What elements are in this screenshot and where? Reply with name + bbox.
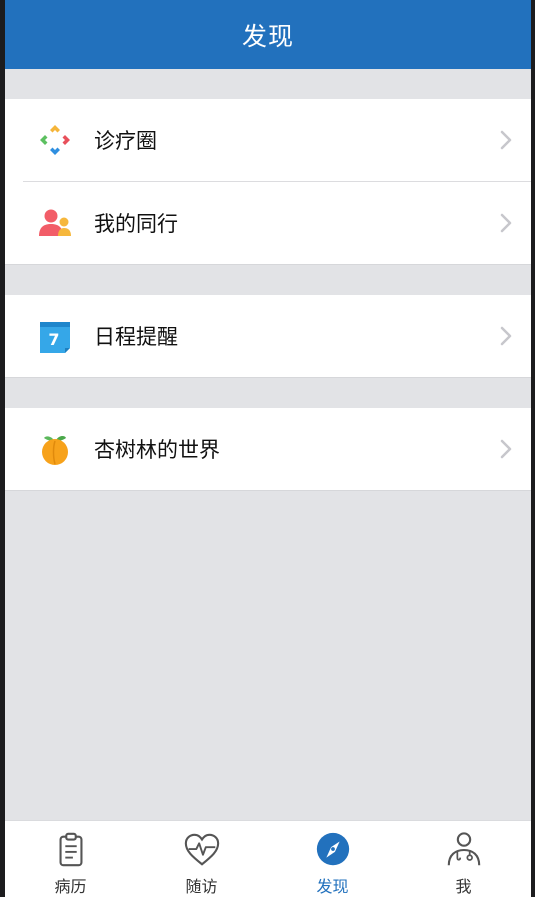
menu-item-label: 我的同行 <box>94 212 178 236</box>
chevron-right-icon <box>499 325 513 347</box>
chevron-right-icon <box>499 212 513 234</box>
tab-discover[interactable]: 发现 <box>267 821 398 897</box>
chevron-right-icon <box>499 438 513 460</box>
tab-label: 我 <box>455 877 472 896</box>
menu-group-world: 杏树林的世界 <box>5 408 531 491</box>
menu-item-schedule-reminder[interactable]: 7 日程提醒 <box>5 295 531 377</box>
tab-label: 发现 <box>316 877 349 896</box>
menu-group-schedule: 7 日程提醒 <box>5 295 531 378</box>
clipboard-icon <box>59 832 82 867</box>
menu-group-social: 诊疗圈 我的同行 <box>5 99 531 265</box>
tab-label: 病历 <box>54 877 87 896</box>
menu-item-apricot-world[interactable]: 杏树林的世界 <box>5 408 531 490</box>
tab-bar: 病历 随访 发现 我 <box>5 820 531 897</box>
chevron-right-icon <box>499 129 513 151</box>
heart-pulse-icon <box>184 833 219 866</box>
menu-item-label: 诊疗圈 <box>94 129 157 153</box>
tab-follow-up[interactable]: 随访 <box>136 821 267 897</box>
compass-icon <box>316 832 349 866</box>
diamond-arrows-icon <box>37 122 73 158</box>
discover-screen: 发现 诊疗圈 我的同行 7 日程提醒 杏树林的世界 病历 随访 发现 我 <box>5 0 531 897</box>
menu-item-label: 杏树林的世界 <box>94 438 220 462</box>
apricot-icon <box>37 431 73 467</box>
menu-item-clinic-circle[interactable]: 诊疗圈 <box>5 99 531 181</box>
nav-bar: 发现 <box>5 0 531 69</box>
calendar-day-number: 7 <box>48 330 59 349</box>
menu-item-my-peers[interactable]: 我的同行 <box>5 182 531 264</box>
tab-label: 随访 <box>185 877 218 896</box>
colleagues-icon <box>37 205 73 241</box>
page-title: 发现 <box>241 21 294 51</box>
tab-medical-records[interactable]: 病历 <box>5 821 136 897</box>
calendar-7-icon: 7 <box>37 318 73 354</box>
doctor-icon <box>447 832 480 866</box>
tab-me[interactable]: 我 <box>398 821 529 897</box>
menu-item-label: 日程提醒 <box>94 325 178 349</box>
